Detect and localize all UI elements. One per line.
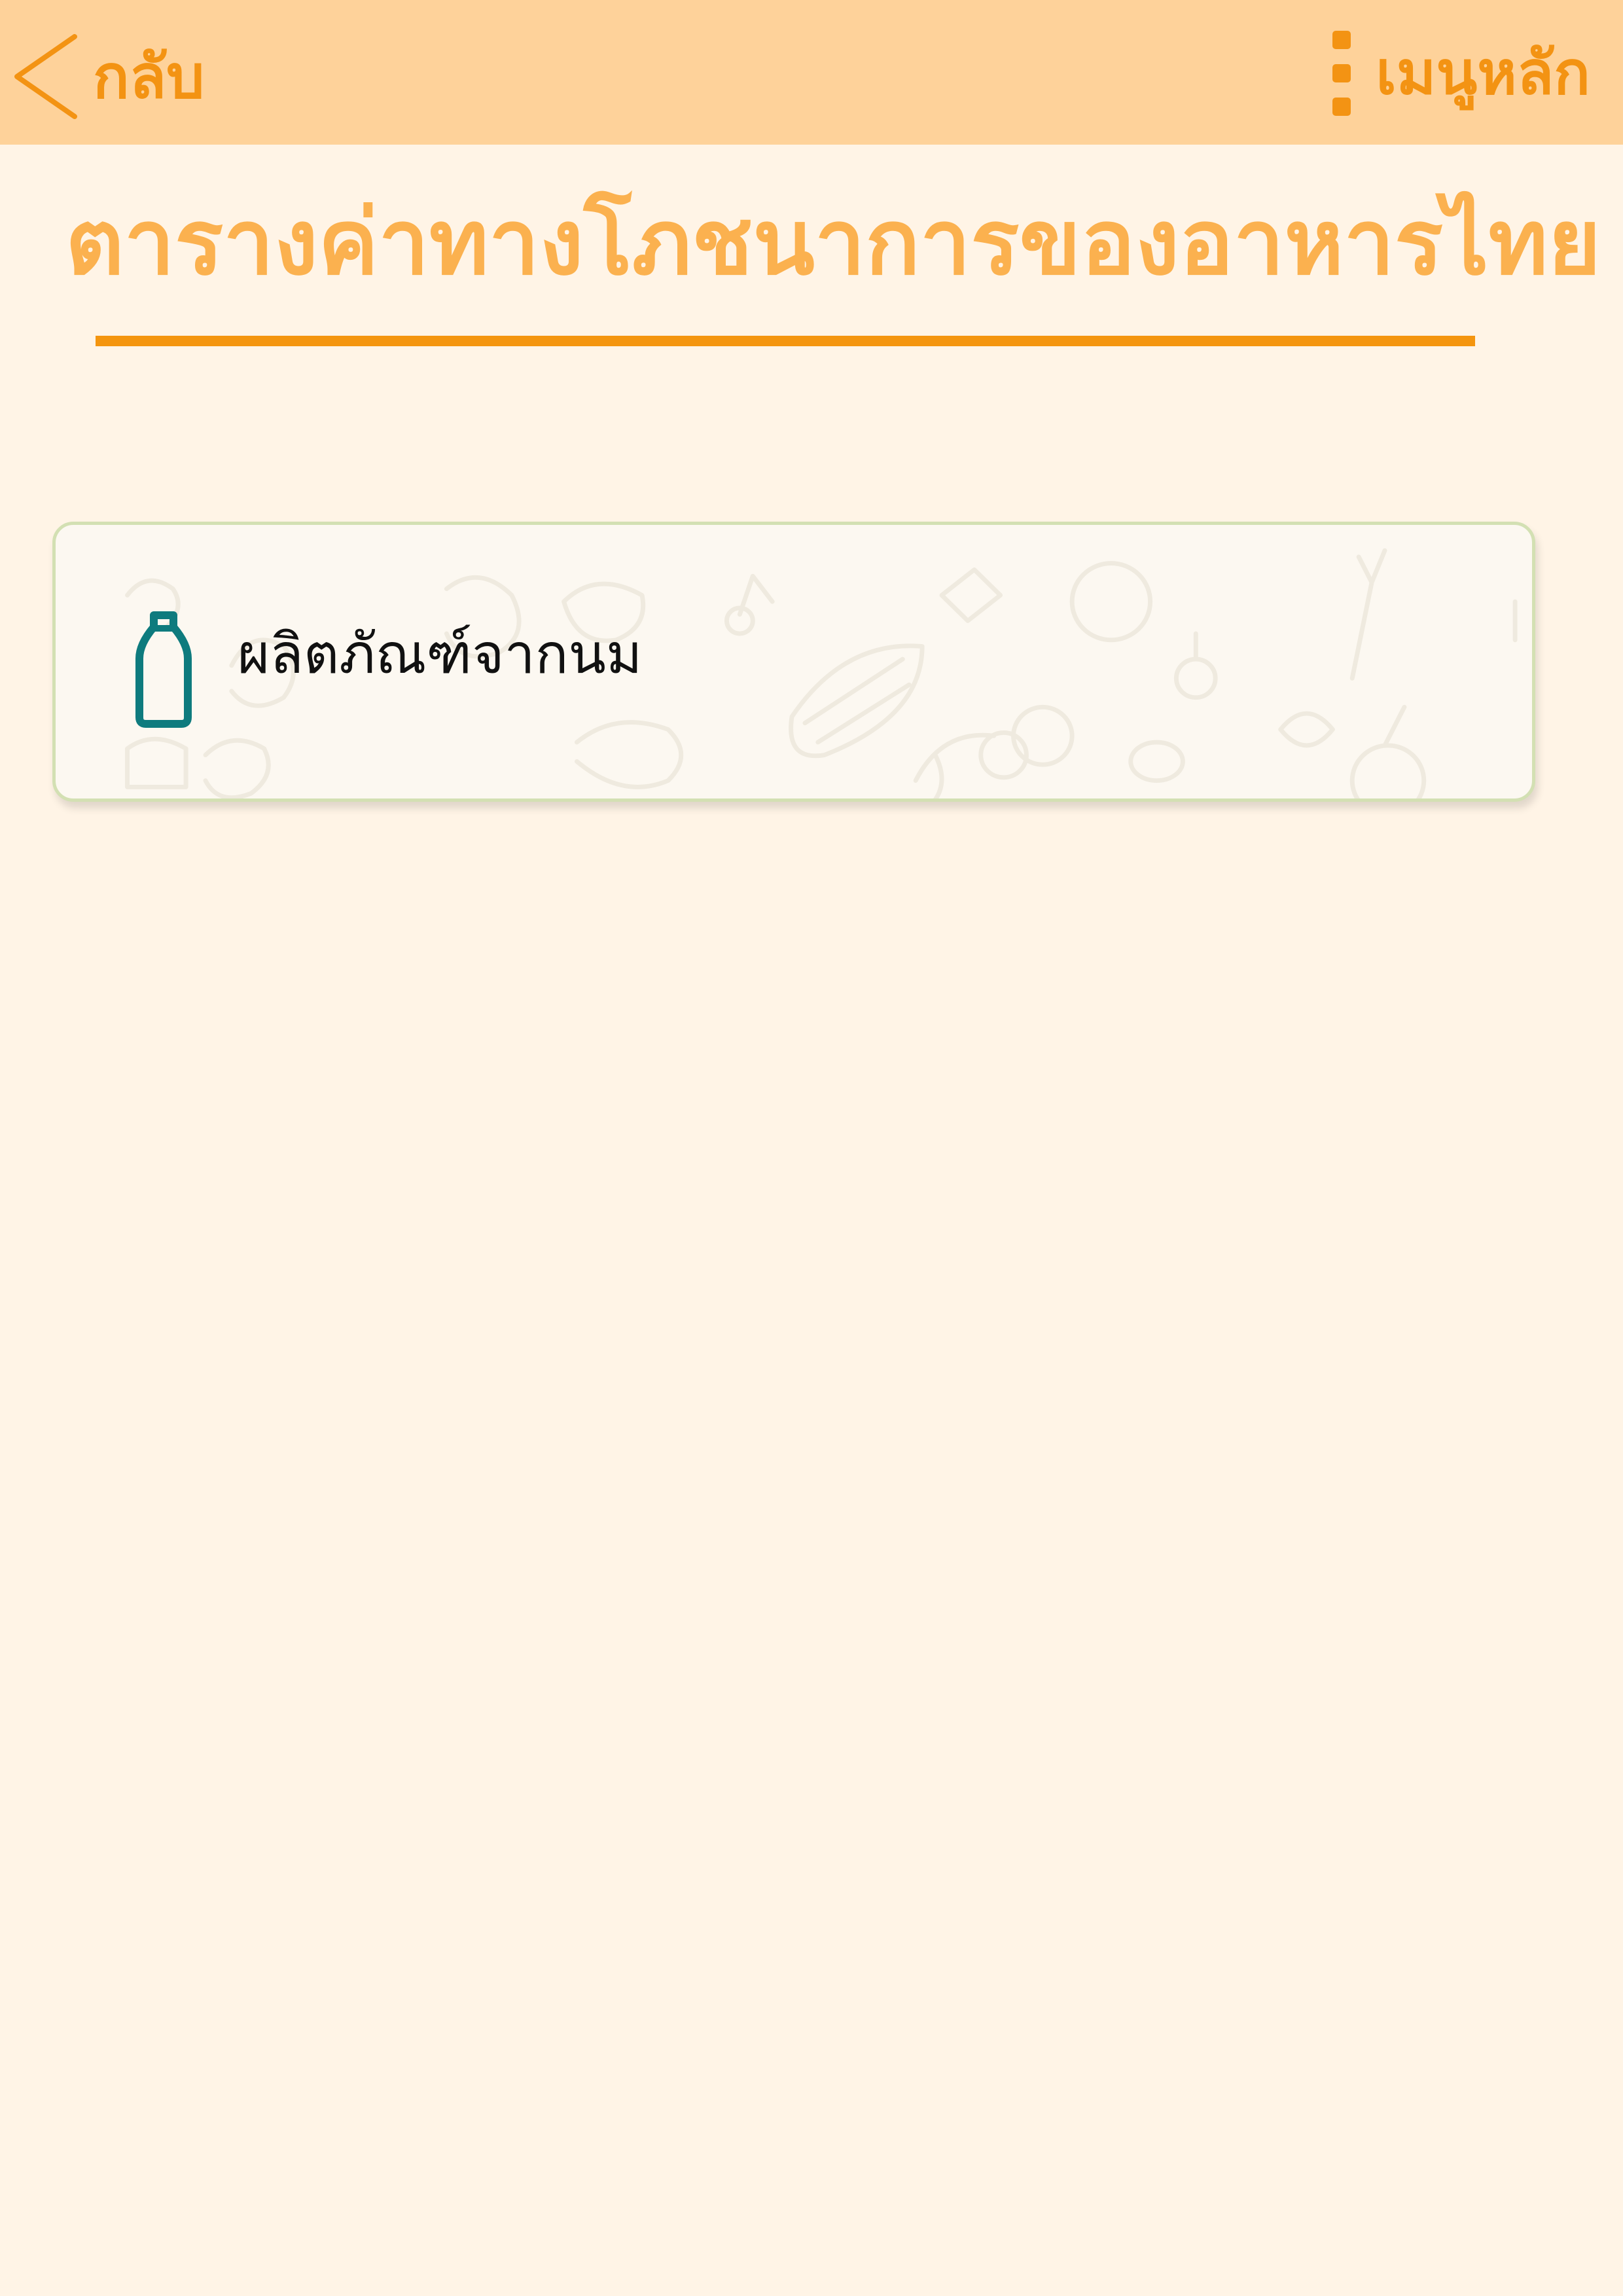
- back-button[interactable]: กลับ: [8, 33, 204, 121]
- page-title: ตารางค่าทางโภชนาการของอาหารไทย: [65, 190, 1601, 295]
- title-divider: [96, 336, 1475, 346]
- category-card-dairy[interactable]: ผลิตภัณฑ์จากนม: [52, 522, 1535, 802]
- category-label: ผลิตภัณฑ์จากนม: [238, 622, 643, 686]
- kebab-menu-icon: [1332, 30, 1351, 116]
- back-label: กลับ: [93, 41, 205, 112]
- chevron-left-icon: [8, 33, 80, 121]
- top-bar: กลับ เมนูหลัก: [0, 0, 1623, 145]
- main-menu-button[interactable]: เมนูหลัก: [1332, 29, 1590, 117]
- milk-bottle-icon: [134, 610, 193, 730]
- main-menu-label: เมนูหลัก: [1376, 37, 1590, 108]
